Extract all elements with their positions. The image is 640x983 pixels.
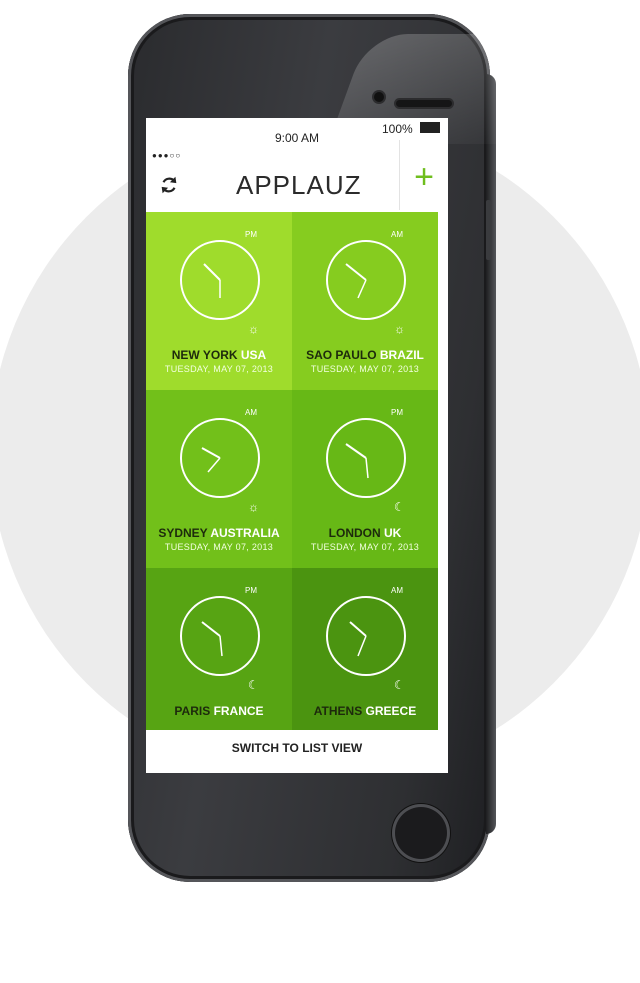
clock-face — [326, 418, 406, 498]
city-name: LONDON — [328, 526, 381, 540]
moon-icon: ☾ — [248, 678, 259, 692]
clock-tile-sao-paulo[interactable]: AM ☼ SAO PAULO BRAZIL TUESDAY, MAY 07, 2… — [292, 212, 438, 390]
sun-icon: ☼ — [394, 322, 405, 336]
city-name: PARIS — [174, 704, 211, 718]
date-label: TUESDAY, MAY 07, 2013 — [164, 364, 274, 374]
home-button[interactable] — [392, 804, 450, 862]
date-label: TUESDAY, MAY 07, 2013 — [164, 542, 274, 552]
sun-icon: ☼ — [248, 500, 259, 514]
front-camera — [374, 92, 384, 102]
city-name: SYDNEY — [158, 526, 208, 540]
country-name: BRAZIL — [379, 348, 424, 362]
clock-tile-athens[interactable]: AM ☾ ATHENS GREECE — [292, 568, 438, 746]
ampm-label: AM — [391, 586, 403, 595]
clock-hands — [345, 443, 369, 479]
clock-hands — [345, 263, 367, 299]
ampm-label: PM — [391, 408, 403, 417]
clock-hands — [203, 263, 221, 298]
switch-to-list-view-button[interactable]: SWITCH TO LIST VIEW — [146, 730, 448, 773]
city-name: SAO PAULO — [306, 348, 377, 362]
app-header: APPLAUZ + — [146, 140, 448, 210]
clock-hands — [349, 621, 367, 657]
phone-edge — [486, 74, 496, 834]
clock-tile-london[interactable]: PM ☾ LONDON UK TUESDAY, MAY 07, 2013 — [292, 390, 438, 568]
city-label: PARIS FRANCE — [146, 704, 292, 718]
earpiece-speaker — [396, 100, 452, 107]
add-clock-button[interactable]: + — [399, 140, 448, 210]
battery-icon — [420, 122, 440, 133]
country-name: UK — [384, 526, 402, 540]
ampm-label: PM — [245, 230, 257, 239]
clock-face — [180, 418, 260, 498]
country-name: GREECE — [365, 704, 417, 718]
ampm-label: PM — [245, 586, 257, 595]
country-name: USA — [240, 348, 267, 362]
clock-hands — [201, 447, 221, 473]
city-label: LONDON UK — [292, 526, 438, 540]
sun-icon: ☼ — [248, 322, 259, 336]
city-name: ATHENS — [313, 704, 363, 718]
clock-tile-paris[interactable]: PM ☾ PARIS FRANCE — [146, 568, 292, 746]
app-logo: APPLAUZ — [236, 170, 362, 200]
app-screen: ●●●○○ 9:00 AM 100% APPLAUZ + PM ☼ NEW YO… — [146, 118, 448, 773]
clock-face — [180, 596, 260, 676]
city-label: ATHENS GREECE — [292, 704, 438, 718]
battery-percent: 100% — [382, 122, 413, 136]
clock-hands — [201, 621, 223, 657]
ampm-label: AM — [245, 408, 257, 417]
clock-face — [326, 596, 406, 676]
side-button[interactable] — [486, 200, 491, 260]
stage: ●●●○○ 9:00 AM 100% APPLAUZ + PM ☼ NEW YO… — [0, 0, 640, 983]
country-name: FRANCE — [213, 704, 264, 718]
refresh-icon[interactable] — [158, 174, 180, 196]
clock-tile-new-york[interactable]: PM ☼ NEW YORK USA TUESDAY, MAY 07, 2013 — [146, 212, 292, 390]
date-label: TUESDAY, MAY 07, 2013 — [310, 542, 420, 552]
city-label: SYDNEY AUSTRALIA — [146, 526, 292, 540]
moon-icon: ☾ — [394, 500, 405, 514]
country-name: AUSTRALIA — [210, 526, 280, 540]
ampm-label: AM — [391, 230, 403, 239]
city-name: NEW YORK — [171, 348, 238, 362]
clock-tile-sydney[interactable]: AM ☼ SYDNEY AUSTRALIA TUESDAY, MAY 07, 2… — [146, 390, 292, 568]
clock-face — [180, 240, 260, 320]
city-label: SAO PAULO BRAZIL — [292, 348, 438, 362]
moon-icon: ☾ — [394, 678, 405, 692]
clock-face — [326, 240, 406, 320]
date-label: TUESDAY, MAY 07, 2013 — [310, 364, 420, 374]
city-label: NEW YORK USA — [146, 348, 292, 362]
